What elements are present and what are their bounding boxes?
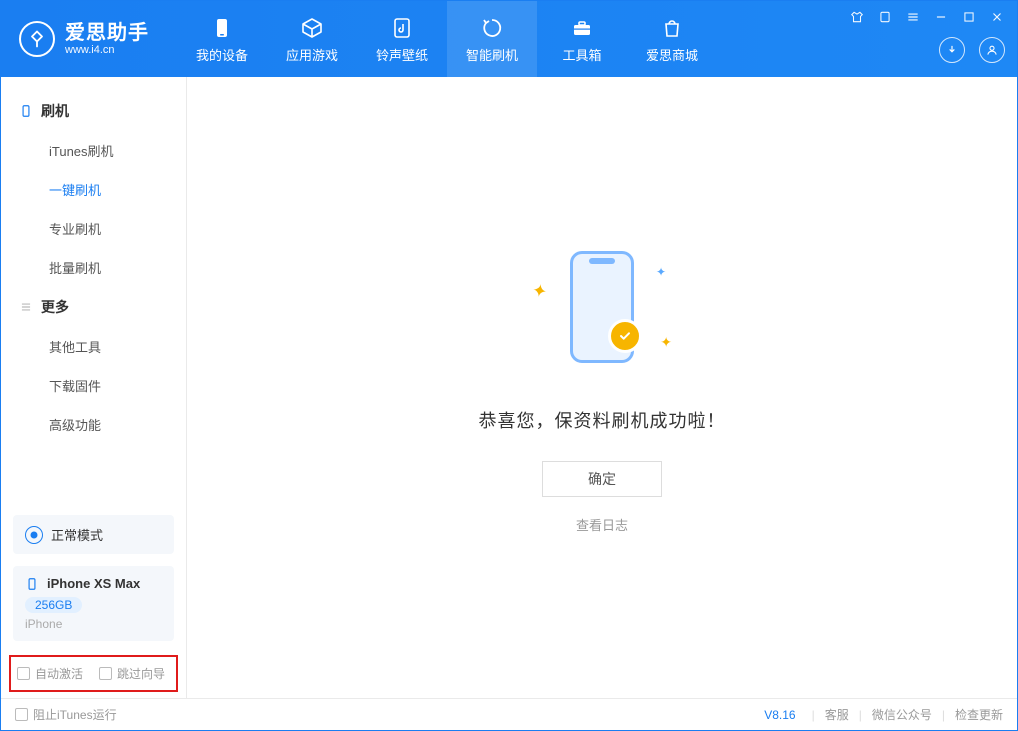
sparkle-icon: ✦ <box>660 334 672 351</box>
close-button[interactable] <box>989 9 1005 25</box>
checkbox-label: 阻止iTunes运行 <box>33 706 117 723</box>
bag-icon <box>659 15 685 41</box>
nav-label: 爱思商城 <box>646 45 698 64</box>
nav-label: 智能刷机 <box>466 45 518 64</box>
mode-label: 正常模式 <box>51 525 103 544</box>
sidebar-item-pro-flash[interactable]: 专业刷机 <box>1 209 186 248</box>
checkbox-icon <box>17 667 30 680</box>
success-message: 恭喜您，保资料刷机成功啦！ <box>479 407 726 433</box>
music-icon <box>389 15 415 41</box>
device-icon <box>209 15 235 41</box>
checkbox-label: 跳过向导 <box>117 665 165 682</box>
device-capacity: 256GB <box>25 597 82 613</box>
nav-label: 我的设备 <box>196 45 248 64</box>
sidebar-section-flash: 刷机 <box>1 91 186 131</box>
sparkle-icon: ✦ <box>656 265 666 279</box>
checkbox-label: 自动激活 <box>35 665 83 682</box>
download-button[interactable] <box>939 37 965 63</box>
sidebar-item-download-firmware[interactable]: 下载固件 <box>1 366 186 405</box>
minimize-button[interactable] <box>933 9 949 25</box>
nav-toolbox[interactable]: 工具箱 <box>537 1 627 77</box>
nav-smart-flash[interactable]: 智能刷机 <box>447 1 537 77</box>
logo: 爱思助手 www.i4.cn <box>1 21 167 57</box>
checkbox-icon <box>15 708 28 721</box>
maximize-button[interactable] <box>961 9 977 25</box>
sidebar-item-batch-flash[interactable]: 批量刷机 <box>1 248 186 287</box>
success-illustration: ✦ ✦ ✦ <box>502 241 702 381</box>
nav-store[interactable]: 爱思商城 <box>627 1 717 77</box>
phone-icon <box>19 104 33 118</box>
view-log-link[interactable]: 查看日志 <box>576 515 628 534</box>
footer-update-link[interactable]: 检查更新 <box>955 706 1003 723</box>
sidebar-item-other-tools[interactable]: 其他工具 <box>1 327 186 366</box>
device-mode[interactable]: 正常模式 <box>13 515 174 554</box>
device-type: iPhone <box>25 617 162 631</box>
refresh-icon <box>479 15 505 41</box>
app-subtitle: www.i4.cn <box>65 44 149 56</box>
logo-icon <box>19 21 55 57</box>
checkbox-icon <box>99 667 112 680</box>
user-button[interactable] <box>979 37 1005 63</box>
checkbox-block-itunes[interactable]: 阻止iTunes运行 <box>15 706 117 723</box>
sidebar-item-oneclick-flash[interactable]: 一键刷机 <box>1 170 186 209</box>
tag-icon[interactable] <box>877 9 893 25</box>
list-icon <box>19 300 33 314</box>
nav-apps-games[interactable]: 应用游戏 <box>267 1 357 77</box>
checkbox-skip-guide[interactable]: 跳过向导 <box>99 665 165 682</box>
main-content: ✦ ✦ ✦ 恭喜您，保资料刷机成功啦！ 确定 查看日志 <box>187 77 1017 698</box>
footer-support-link[interactable]: 客服 <box>825 706 849 723</box>
nav-my-device[interactable]: 我的设备 <box>177 1 267 77</box>
ok-button[interactable]: 确定 <box>542 461 662 497</box>
sidebar: 刷机 iTunes刷机 一键刷机 专业刷机 批量刷机 更多 其他工具 下载固件 … <box>1 77 187 698</box>
app-title: 爱思助手 <box>65 22 149 44</box>
nav-label: 铃声壁纸 <box>376 45 428 64</box>
footer: 阻止iTunes运行 V8.16 | 客服 | 微信公众号 | 检查更新 <box>1 698 1017 730</box>
menu-icon[interactable] <box>905 9 921 25</box>
nav-ringtone-wallpaper[interactable]: 铃声壁纸 <box>357 1 447 77</box>
version-label: V8.16 <box>764 708 795 722</box>
app-window: 爱思助手 www.i4.cn 我的设备 应用游戏 铃声壁纸 智能刷机 <box>0 0 1018 731</box>
nav-label: 应用游戏 <box>286 45 338 64</box>
header: 爱思助手 www.i4.cn 我的设备 应用游戏 铃声壁纸 智能刷机 <box>1 1 1017 77</box>
sparkle-icon: ✦ <box>530 280 549 303</box>
nav-label: 工具箱 <box>562 45 601 64</box>
phone-icon <box>25 577 39 591</box>
main-nav: 我的设备 应用游戏 铃声壁纸 智能刷机 工具箱 爱思商城 <box>177 1 717 77</box>
shirt-icon[interactable] <box>849 9 865 25</box>
sidebar-item-itunes-flash[interactable]: iTunes刷机 <box>1 131 186 170</box>
cube-icon <box>299 15 325 41</box>
device-name: iPhone XS Max <box>47 576 140 591</box>
section-label: 更多 <box>41 297 69 317</box>
device-card[interactable]: iPhone XS Max 256GB iPhone <box>13 566 174 641</box>
mode-icon <box>25 526 43 544</box>
section-label: 刷机 <box>41 101 69 121</box>
toolbox-icon <box>569 15 595 41</box>
footer-wechat-link[interactable]: 微信公众号 <box>872 706 932 723</box>
checkbox-auto-activate[interactable]: 自动激活 <box>17 665 83 682</box>
check-badge-icon <box>608 319 642 353</box>
sidebar-item-advanced[interactable]: 高级功能 <box>1 405 186 444</box>
options-highlight: 自动激活 跳过向导 <box>9 655 178 692</box>
sidebar-section-more: 更多 <box>1 287 186 327</box>
